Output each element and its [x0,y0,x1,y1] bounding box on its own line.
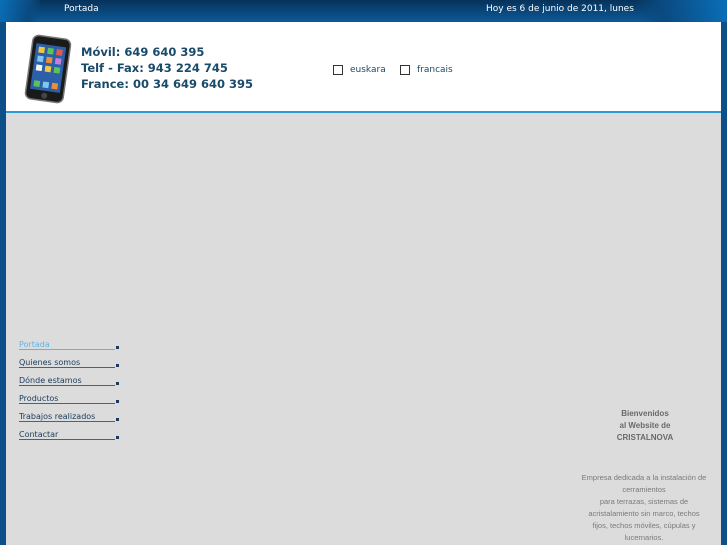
nav-label: Productos [19,394,59,403]
nav-item-trabajos-realizados[interactable]: Trabajos realizados [19,412,119,430]
nav-item-portada[interactable]: Portada [19,340,119,358]
nav-item-donde-estamos[interactable]: Dónde estamos [19,376,119,394]
description-line: Empresa dedicada a la instalación de cer… [581,473,707,494]
bullet-square-icon [116,418,119,421]
page-header: Móvil: 649 640 395 Telf - Fax: 943 224 7… [6,22,721,113]
nav-underline [19,403,115,404]
company-description: Empresa dedicada a la instalación de cer… [574,472,714,544]
bullet-square-icon [116,346,119,349]
france-number: France: 00 34 649 640 395 [81,77,253,91]
nav-underline [19,421,115,422]
bullet-square-icon [116,382,119,385]
nav-item-contactar[interactable]: Contactar [19,430,119,448]
contact-info: Móvil: 649 640 395 Telf - Fax: 943 224 7… [81,44,253,92]
mobile-number: Móvil: 649 640 395 [81,45,205,59]
description-line: fijos, techos móviles, cúpulas y lucerna… [592,521,696,542]
nav-item-productos[interactable]: Productos [19,394,119,412]
main-navigation: Portada Quienes somos Dónde estamos Prod… [19,340,119,448]
language-euskara[interactable]: euskara [333,65,386,75]
francais-checkbox-icon [400,65,410,75]
bullet-square-icon [116,364,119,367]
telephone-fax: Telf - Fax: 943 224 745 [81,61,228,75]
nav-label: Quienes somos [19,358,81,367]
nav-underline [19,385,115,386]
euskara-label: euskara [350,65,386,75]
bullet-square-icon [116,400,119,403]
description-line: para terrazas, sistemas de acristalamien… [588,497,700,518]
top-bar-right-accent [637,0,727,22]
welcome-text: Bienvenidos al Website de CRISTALNOVA [600,408,690,444]
mobile-phone-icon [24,34,72,104]
nav-label: Contactar [19,430,59,439]
nav-label: Portada [19,340,50,349]
company-name: CRISTALNOVA [616,433,674,442]
nav-item-quienes-somos[interactable]: Quienes somos [19,358,119,376]
nav-underline [19,349,115,350]
language-francais[interactable]: francais [400,65,453,75]
breadcrumb[interactable]: Portada [64,4,99,14]
welcome-line: Bienvenidos [621,409,669,418]
nav-underline [19,367,115,368]
nav-label: Dónde estamos [19,376,82,385]
euskara-checkbox-icon [333,65,343,75]
welcome-line: al Website de [619,421,671,430]
bullet-square-icon [116,436,119,439]
current-date: Hoy es 6 de junio de 2011, lunes [486,4,634,14]
top-bar-left-accent [0,0,40,22]
right-frame [721,22,727,545]
francais-label: francais [417,65,453,75]
nav-underline [19,439,115,440]
nav-label: Trabajos realizados [19,412,96,421]
top-bar: Portada Hoy es 6 de junio de 2011, lunes [0,0,727,22]
